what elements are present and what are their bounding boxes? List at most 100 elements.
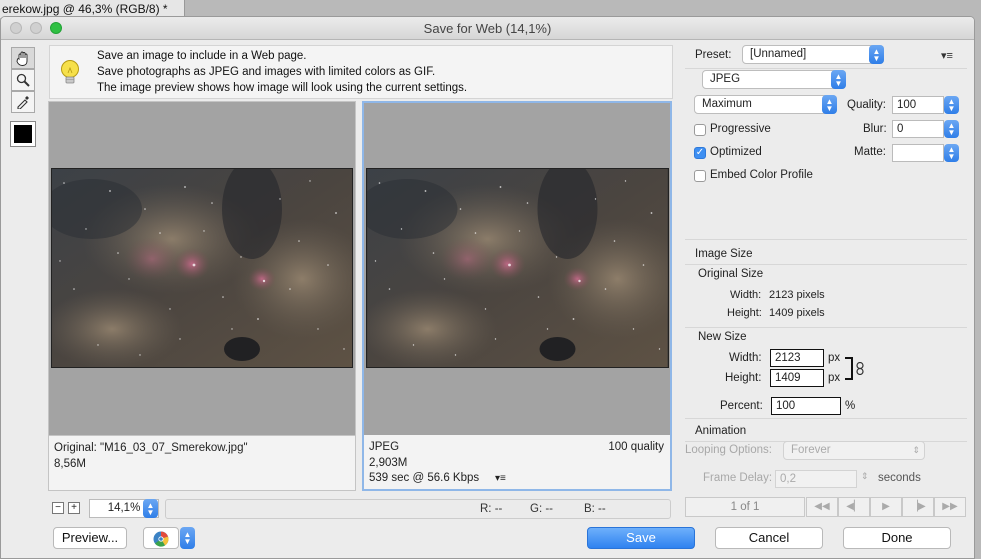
percent-label: Percent: — [720, 400, 763, 412]
blur-field[interactable]: 0 — [892, 120, 944, 138]
zoom-tool-icon[interactable] — [11, 69, 35, 91]
matte-field[interactable] — [892, 144, 944, 162]
progressive-checkbox[interactable] — [694, 124, 706, 136]
original-preview-pane[interactable] — [48, 101, 356, 491]
embed-color-profile-checkbox[interactable] — [694, 170, 706, 182]
preset-value: [Unnamed] — [750, 48, 807, 60]
new-height-field[interactable]: 1409 — [770, 369, 824, 387]
green-readout: G: -- — [530, 503, 553, 515]
save-button[interactable]: Save — [587, 527, 695, 549]
progressive-label: Progressive — [710, 123, 771, 135]
looping-options-label: Looping Options: — [685, 444, 772, 456]
matte-label: Matte: — [854, 146, 886, 158]
frame-delay-label: Frame Delay: — [703, 472, 773, 484]
optimized-label: Optimized — [710, 146, 762, 158]
last-frame-icon[interactable]: ▶▶ — [934, 497, 966, 517]
original-info-box: Original: "M16_03_07_Smerekow.jpg" 8,56M — [48, 435, 356, 491]
hand-tool-icon[interactable] — [11, 47, 35, 69]
zoom-dropdown-stepper[interactable]: ▲ ▼ — [143, 499, 158, 518]
quality-field[interactable]: 100 — [892, 96, 944, 114]
next-frame-icon[interactable]: ▕▶ — [902, 497, 934, 517]
optimized-format: JPEG — [369, 441, 400, 453]
lightbulb-icon — [61, 60, 79, 84]
original-filename: Original: "M16_03_07_Smerekow.jpg" — [54, 442, 248, 454]
window-title: Save for Web (14,1%) — [423, 21, 552, 36]
quality-stepper[interactable]: ▲ ▼ — [944, 96, 959, 114]
new-width-label: Width: — [729, 352, 762, 364]
eyedropper-color-swatch[interactable] — [10, 121, 36, 147]
animation-heading: Animation — [695, 425, 747, 437]
optimized-preview-pane[interactable] — [362, 101, 672, 491]
original-width-label: Width: — [730, 289, 762, 301]
zoom-and-pixel-bar: − + 14,1% ▲ ▼ R: -- G: -- B: -- — [49, 499, 671, 519]
optimized-filesize: 2,903M — [369, 457, 408, 469]
original-size-heading: Original Size — [698, 268, 764, 280]
new-width-field[interactable]: 2123 — [770, 349, 824, 367]
optimized-info-box: JPEG 100 quality 2,903M 539 sec @ 56.6 K… — [362, 435, 672, 491]
pixel-info-bar: R: -- G: -- B: -- — [165, 499, 671, 519]
new-size-heading: New Size — [698, 331, 747, 343]
play-icon[interactable]: ▶ — [870, 497, 902, 517]
constrain-bracket — [845, 357, 853, 380]
download-speed-menu-icon[interactable]: ▾≡ — [495, 473, 506, 484]
compression-quality-select[interactable]: Maximum ▲ ▼ — [694, 95, 837, 114]
looping-options-select[interactable]: Forever ⇕ — [783, 441, 925, 460]
matte-stepper[interactable]: ▲ ▼ — [944, 144, 959, 162]
height-unit-label: px — [828, 372, 841, 384]
zoom-out-button[interactable]: − — [52, 502, 64, 514]
chain-link-icon[interactable] — [856, 361, 864, 376]
preview-button[interactable]: Preview... — [53, 527, 127, 549]
previous-frame-icon[interactable]: ◀▏ — [838, 497, 870, 517]
original-filesize: 8,56M — [54, 458, 86, 470]
eyedropper-tool-icon[interactable] — [11, 91, 35, 113]
optimized-quality: 100 quality — [608, 441, 664, 453]
divider — [685, 239, 967, 240]
hint-line-2: Save photographs as JPEG and images with… — [97, 66, 436, 78]
blur-stepper[interactable]: ▲ ▼ — [944, 120, 959, 138]
hint-line-3: The image preview shows how image will l… — [97, 82, 468, 94]
looping-value: Forever — [791, 444, 831, 456]
percent-unit-label: % — [845, 400, 856, 412]
divider — [685, 68, 967, 69]
preset-select[interactable]: [Unnamed] ▲ ▼ — [742, 45, 884, 64]
looping-chevron-icon: ⇕ — [912, 445, 920, 455]
original-width-value: 2123 pixels — [769, 289, 825, 301]
frame-delay-field[interactable]: 0,2 — [775, 470, 857, 488]
compression-stepper: ▲ ▼ — [822, 95, 837, 114]
first-frame-icon[interactable]: ◀◀ — [806, 497, 838, 517]
save-for-web-dialog: Save for Web (14,1%) Save an image to in… — [0, 16, 975, 559]
browser-select-stepper[interactable]: ▲ ▼ — [180, 527, 195, 549]
preset-label: Preset: — [695, 49, 732, 61]
divider — [685, 418, 967, 419]
original-image — [51, 168, 353, 368]
browser-globe-icon — [153, 531, 169, 547]
new-height-label: Height: — [725, 372, 762, 384]
browser-preview-button[interactable] — [143, 527, 179, 549]
quality-label: Quality: — [847, 99, 886, 111]
zoom-in-button[interactable]: + — [68, 502, 80, 514]
frame-delay-stepper[interactable]: ⇕ — [861, 471, 869, 482]
format-select[interactable]: JPEG ▲ ▼ — [702, 70, 846, 89]
hint-line-1: Save an image to include in a Web page. — [97, 50, 307, 62]
image-size-heading: Image Size — [695, 248, 753, 260]
frame-counter: 1 of 1 — [685, 497, 805, 517]
title-bar: Save for Web (14,1%) — [1, 17, 974, 40]
width-unit-label: px — [828, 352, 841, 364]
optimized-checkbox[interactable]: ✓ — [694, 147, 706, 159]
embed-color-profile-label: Embed Color Profile — [710, 169, 813, 181]
animation-frame-controls: 1 of 1 ◀◀ ◀▏ ▶ ▕▶ ▶▶ — [685, 497, 967, 517]
divider — [685, 327, 967, 328]
percent-field[interactable]: 100 — [771, 397, 841, 415]
download-time: 539 sec @ 56.6 Kbps — [369, 472, 480, 484]
hint-panel: Save an image to include in a Web page. … — [49, 45, 673, 99]
red-readout: R: -- — [480, 503, 503, 515]
format-value: JPEG — [710, 73, 741, 85]
done-button[interactable]: Done — [843, 527, 951, 549]
original-height-label: Height: — [727, 307, 762, 319]
preset-stepper: ▲ ▼ — [869, 45, 884, 64]
compression-value: Maximum — [702, 98, 752, 110]
blue-readout: B: -- — [584, 503, 606, 515]
cancel-button[interactable]: Cancel — [715, 527, 823, 549]
optimize-menu-icon[interactable]: ▾≡ — [941, 49, 953, 62]
frame-delay-unit: seconds — [878, 472, 921, 484]
